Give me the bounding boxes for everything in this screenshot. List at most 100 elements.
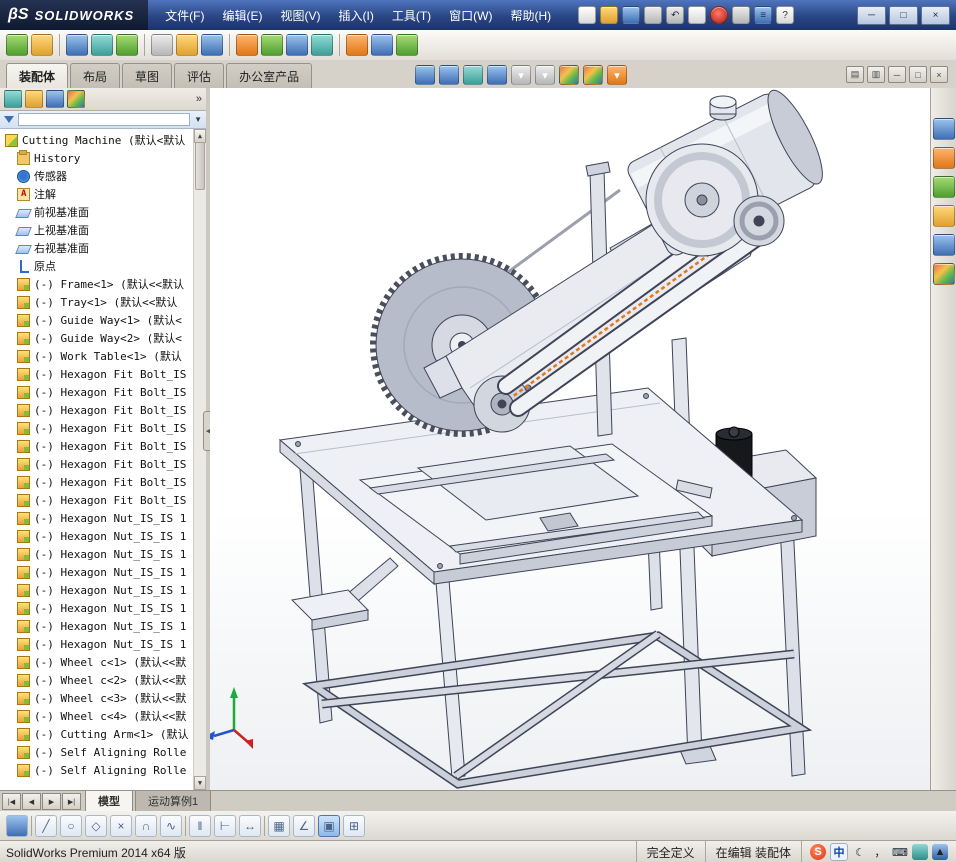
study-tab[interactable]: 运动算例1 (135, 790, 212, 813)
print-icon[interactable] (644, 6, 663, 24)
menu-item[interactable]: 帮助(H) (501, 2, 560, 29)
design-library-icon[interactable] (932, 176, 955, 198)
panel-overflow-button[interactable]: » (196, 93, 202, 105)
tree-item-component[interactable]: (-) Frame<1> (默认<<默认 (0, 275, 206, 293)
assembly-features-icon[interactable] (176, 34, 198, 56)
tree-item-sensors[interactable]: 传感器 (0, 167, 206, 185)
tree-item-component[interactable]: (-) Hexagon Nut_IS_IS 1 (0, 545, 206, 563)
tree-item-annotations[interactable]: 注解 (0, 185, 206, 203)
menu-item[interactable]: 编辑(E) (214, 2, 272, 29)
mirror-entities-icon[interactable]: ‖ (189, 814, 211, 837)
ime-language-icon[interactable]: 中 (830, 843, 848, 861)
tree-item-component[interactable]: (-) Hexagon Nut_IS_IS 1 (0, 581, 206, 599)
linear-component-pattern-icon[interactable] (66, 34, 88, 56)
tree-item-component[interactable]: (-) Wheel c<3> (默认<<默 (0, 689, 206, 707)
display-style-icon[interactable]: ▾ (535, 65, 555, 85)
tree-item-component[interactable]: (-) Hexagon Nut_IS_IS 1 (0, 563, 206, 581)
tree-item-history[interactable]: History (0, 149, 206, 167)
menu-item[interactable]: 文件(F) (156, 2, 213, 29)
tree-item-component[interactable]: (-) Hexagon Nut_IS_IS 1 (0, 599, 206, 617)
view-settings-icon[interactable]: ▾ (607, 65, 627, 85)
propertymanager-tab-icon[interactable] (25, 90, 43, 108)
help-icon[interactable]: ? (776, 6, 795, 24)
work-table[interactable] (278, 387, 804, 586)
insert-component-icon[interactable] (6, 34, 28, 56)
tree-item-component[interactable]: (-) Hexagon Fit Bolt_IS (0, 365, 206, 383)
tree-item-component[interactable]: (-) Hexagon Nut_IS_IS 1 (0, 635, 206, 653)
ime-fullwidth-icon[interactable]: ☾ (852, 844, 868, 860)
maximize-button[interactable]: □ (889, 5, 918, 25)
ime-toolbox-icon[interactable] (912, 844, 928, 860)
close-document-icon[interactable]: × (930, 66, 948, 83)
large-design-review-icon[interactable] (396, 34, 418, 56)
spline-icon[interactable]: ∿ (160, 814, 182, 837)
tree-item-origin[interactable]: 原点 (0, 257, 206, 275)
select-cursor-icon[interactable] (688, 6, 707, 24)
tree-item-component[interactable]: (-) Cutting Arm<1> (默认 (0, 725, 206, 743)
section-view-icon[interactable] (487, 65, 507, 85)
zoom-to-fit-icon[interactable] (415, 65, 435, 85)
last-study-button[interactable]: ▶| (62, 793, 81, 810)
tree-item-component[interactable]: (-) Hexagon Fit Bolt_IS (0, 491, 206, 509)
delete-icon[interactable]: × (110, 814, 132, 837)
hide-show-items-icon[interactable] (559, 65, 579, 85)
circle-icon[interactable]: ○ (60, 814, 82, 837)
tree-item-component[interactable]: (-) Hexagon Nut_IS_IS 1 (0, 509, 206, 527)
configurationmanager-tab-icon[interactable] (46, 90, 64, 108)
tray-up-icon[interactable]: ▲ (932, 844, 948, 860)
tree-item-component[interactable]: (-) Hexagon Fit Bolt_IS (0, 473, 206, 491)
new-motion-study-icon[interactable] (236, 34, 258, 56)
angle-snap-icon[interactable]: ∠ (293, 814, 315, 837)
tree-item-component[interactable]: (-) Wheel c<4> (默认<<默 (0, 707, 206, 725)
menu-item[interactable]: 工具(T) (383, 2, 440, 29)
minimize-document-icon[interactable]: ─ (888, 66, 906, 83)
previous-view-icon[interactable] (463, 65, 483, 85)
take-snapshot-icon[interactable] (371, 34, 393, 56)
tree-item-root[interactable]: Cutting Machine (默认<默认 (0, 131, 206, 149)
close-button[interactable]: × (921, 5, 950, 25)
trim-entities-icon[interactable]: ⊢ (214, 814, 236, 837)
line-icon[interactable]: ╱ (35, 814, 57, 837)
undo-icon[interactable]: ↶ (666, 6, 685, 24)
command-tab[interactable]: 布局 (70, 63, 121, 88)
tree-item-component[interactable]: (-) Hexagon Nut_IS_IS 1 (0, 527, 206, 545)
graphics-viewport[interactable] (210, 88, 930, 790)
next-study-button[interactable]: ▶ (42, 793, 61, 810)
tile-windows-icon[interactable]: ▥ (867, 66, 885, 83)
restore-document-icon[interactable]: □ (909, 66, 927, 83)
move-component-icon[interactable] (116, 34, 138, 56)
cascade-windows-icon[interactable]: ▤ (846, 66, 864, 83)
save-icon[interactable] (622, 6, 641, 24)
previous-study-button[interactable]: ◀ (22, 793, 41, 810)
command-tab[interactable]: 评估 (174, 63, 225, 88)
smart-dimension-icon[interactable]: ↔ (239, 814, 261, 837)
tree-item-component[interactable]: (-) Hexagon Fit Bolt_IS (0, 437, 206, 455)
edit-appearance-icon[interactable] (583, 65, 603, 85)
tree-item-component[interactable]: (-) Work Table<1> (默认 (0, 347, 206, 365)
tree-item-component[interactable]: (-) Hexagon Fit Bolt_IS (0, 383, 206, 401)
menu-item[interactable]: 插入(I) (330, 2, 383, 29)
grid-snap-icon[interactable]: ▦ (268, 814, 290, 837)
scrollbar-thumb[interactable] (195, 142, 205, 190)
filter-input[interactable] (18, 113, 191, 126)
zoom-to-area-icon[interactable] (439, 65, 459, 85)
polygon-icon[interactable]: ◇ (85, 814, 107, 837)
tree-item-plane-right[interactable]: 右视基准面 (0, 239, 206, 257)
tree-item-component[interactable]: (-) Hexagon Fit Bolt_IS (0, 419, 206, 437)
table-icon[interactable]: ⊞ (343, 814, 365, 837)
tree-item-component[interactable]: (-) Hexagon Fit Bolt_IS (0, 455, 206, 473)
mate-icon[interactable] (31, 34, 53, 56)
tree-item-component[interactable]: (-) Self Aligning Rolle (0, 743, 206, 761)
list-icon[interactable]: ≡ (754, 6, 773, 24)
command-tab[interactable]: 草图 (122, 63, 173, 88)
scroll-down-icon[interactable]: ▼ (194, 776, 206, 790)
tree-item-component[interactable]: (-) Hexagon Fit Bolt_IS (0, 401, 206, 419)
open-icon[interactable] (600, 6, 619, 24)
tree-item-component[interactable]: (-) Hexagon Nut_IS_IS 1 (0, 617, 206, 635)
bill-of-materials-icon[interactable] (261, 34, 283, 56)
file-explorer-icon[interactable] (932, 205, 955, 227)
appearances-scenes-icon[interactable] (932, 263, 955, 285)
minimize-button[interactable]: ─ (857, 5, 886, 25)
exploded-view-icon[interactable] (286, 34, 308, 56)
scroll-up-icon[interactable]: ▲ (194, 129, 206, 143)
